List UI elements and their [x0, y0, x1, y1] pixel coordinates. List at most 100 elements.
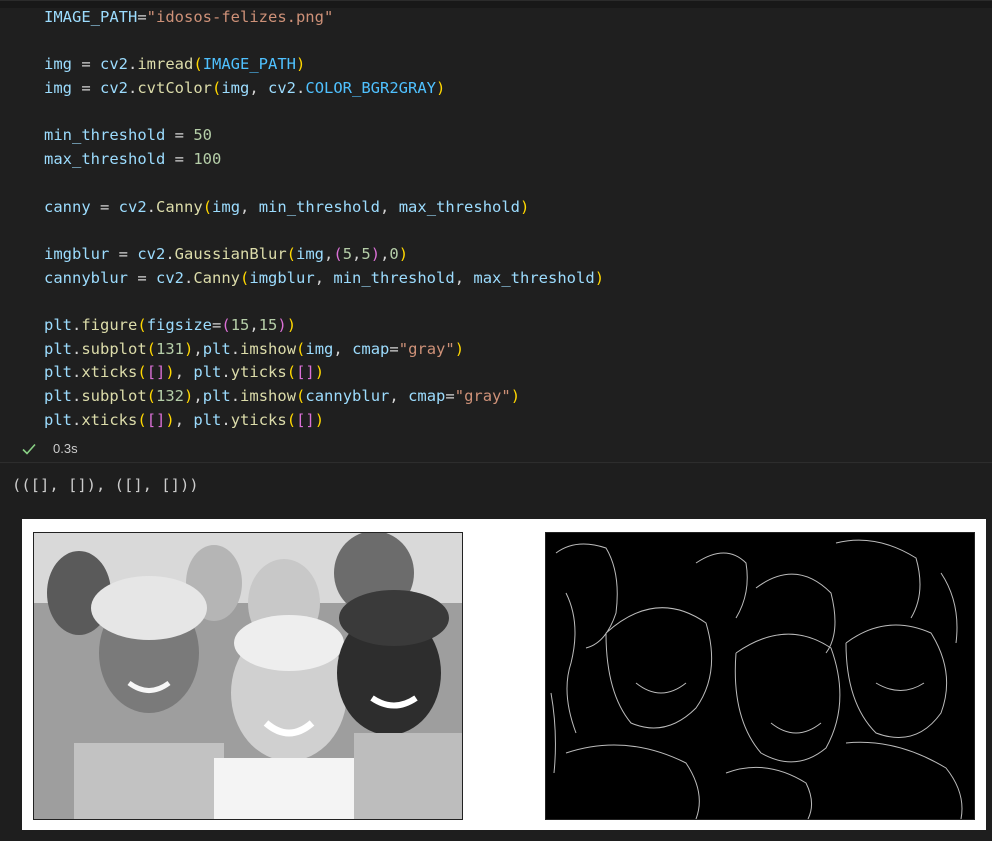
- output-text: (([], []), ([], [])): [12, 476, 199, 494]
- code-token: plt: [202, 387, 231, 405]
- code-token: (: [221, 315, 231, 334]
- code-token: ): [165, 410, 175, 429]
- code-token: .: [165, 244, 175, 263]
- code-token: 100: [193, 150, 222, 169]
- canny-edges-panel: [545, 532, 975, 820]
- code-token: ,: [352, 244, 362, 263]
- code-line[interactable]: plt.figure(figsize=(15,15)): [44, 314, 604, 338]
- code-token: 0: [389, 244, 399, 263]
- code-token: ): [296, 55, 306, 74]
- code-token: =: [137, 8, 147, 26]
- code-line[interactable]: max_threshold = 100: [44, 148, 604, 172]
- check-icon: [22, 443, 36, 455]
- code-token: ): [184, 387, 194, 405]
- code-token: ,: [314, 268, 334, 287]
- code-token: ): [184, 339, 194, 358]
- code-line[interactable]: [44, 172, 604, 196]
- code-token: .: [221, 363, 231, 382]
- code-token: ): [314, 363, 325, 382]
- code-token: xticks: [81, 363, 138, 382]
- code-token: plt: [44, 363, 72, 382]
- code-token: cmap: [352, 339, 390, 358]
- code-token: plt: [44, 315, 72, 334]
- code-token: (: [146, 387, 157, 405]
- code-token: .: [72, 315, 82, 334]
- code-line[interactable]: img = cv2.cvtColor(img, cv2.COLOR_BGR2GR…: [44, 77, 604, 101]
- code-token: IMAGE_PATH: [202, 55, 297, 74]
- code-token: plt: [44, 339, 72, 358]
- code-token: figsize: [146, 315, 213, 334]
- code-token: imshow: [240, 387, 297, 405]
- code-token: []: [296, 410, 315, 429]
- code-line[interactable]: img = cv2.imread(IMAGE_PATH): [44, 53, 604, 77]
- code-token: plt: [44, 410, 72, 429]
- code-token: ): [594, 268, 605, 287]
- code-line[interactable]: [44, 290, 604, 314]
- code-token: .: [221, 410, 231, 429]
- code-token: IMAGE_PATH: [44, 8, 138, 26]
- code-token: 50: [193, 126, 212, 145]
- code-token: img: [221, 79, 250, 98]
- code-token: cv2: [100, 55, 128, 74]
- code-token: ,: [193, 387, 203, 405]
- code-line[interactable]: imgblur = cv2.GaussianBlur(img,(5,5),0): [44, 243, 604, 267]
- code-line[interactable]: plt.subplot(131),plt.imshow(img, cmap="g…: [44, 338, 604, 362]
- code-token: =: [212, 315, 222, 334]
- code-token: ): [286, 315, 297, 334]
- code-token: ): [436, 79, 446, 98]
- code-token: yticks: [230, 363, 287, 382]
- code-token: imshow: [240, 339, 297, 358]
- code-token: ,: [174, 363, 194, 382]
- code-token: img: [212, 197, 241, 216]
- code-token: canny: [44, 197, 91, 216]
- code-token: (: [193, 55, 203, 74]
- code-token: ): [520, 197, 530, 216]
- code-token: 15: [258, 315, 278, 334]
- execution-time: 0.3s: [53, 441, 78, 456]
- code-token: []: [146, 410, 166, 429]
- code-line[interactable]: [44, 219, 604, 243]
- code-line[interactable]: plt.xticks([]), plt.yticks([]): [44, 409, 604, 433]
- code-token: ): [165, 363, 175, 382]
- code-token: (: [146, 339, 157, 358]
- code-token: img: [44, 55, 72, 74]
- code-line[interactable]: plt.subplot(132),plt.imshow(cannyblur, c…: [44, 385, 604, 409]
- code-token: cv2: [268, 79, 297, 98]
- matplotlib-figure: [22, 519, 986, 830]
- code-line[interactable]: cannyblur = cv2.Canny(imgblur, min_thres…: [44, 267, 604, 291]
- code-token: .: [230, 387, 241, 405]
- code-token: ,: [240, 197, 259, 216]
- code-editor[interactable]: IMAGE_PATH="idosos-felizes.png" img = cv…: [44, 6, 604, 432]
- code-token: .: [230, 339, 241, 358]
- code-token: .: [72, 339, 82, 358]
- code-token: =: [165, 150, 194, 169]
- code-line[interactable]: plt.xticks([]), plt.yticks([]): [44, 361, 604, 385]
- code-token: yticks: [230, 410, 287, 429]
- code-token: cv2: [118, 197, 147, 216]
- code-token: 131: [156, 339, 185, 358]
- code-token: max_threshold: [473, 268, 595, 287]
- code-token: img: [296, 244, 324, 263]
- code-line[interactable]: IMAGE_PATH="idosos-felizes.png": [44, 6, 604, 30]
- code-token: ,: [193, 339, 203, 358]
- grayscale-image-panel: [33, 532, 463, 820]
- code-token: ): [510, 387, 521, 405]
- code-token: ,: [380, 244, 390, 263]
- code-token: =: [445, 387, 455, 405]
- code-token: subplot: [81, 339, 147, 358]
- code-token: imread: [137, 55, 194, 74]
- code-token: 15: [230, 315, 250, 334]
- code-token: xticks: [81, 410, 138, 429]
- code-line[interactable]: [44, 101, 604, 125]
- code-cell[interactable]: IMAGE_PATH="idosos-felizes.png" img = cv…: [0, 0, 992, 464]
- code-line[interactable]: min_threshold = 50: [44, 124, 604, 148]
- code-line[interactable]: [44, 30, 604, 54]
- code-token: (: [137, 315, 147, 334]
- code-token: min_threshold: [44, 126, 166, 145]
- code-token: Canny: [193, 268, 241, 287]
- code-token: ,: [249, 79, 269, 98]
- code-token: =: [128, 268, 156, 287]
- code-token: ): [370, 244, 381, 263]
- code-token: min_threshold: [258, 197, 381, 216]
- code-line[interactable]: canny = cv2.Canny(img, min_threshold, ma…: [44, 196, 604, 220]
